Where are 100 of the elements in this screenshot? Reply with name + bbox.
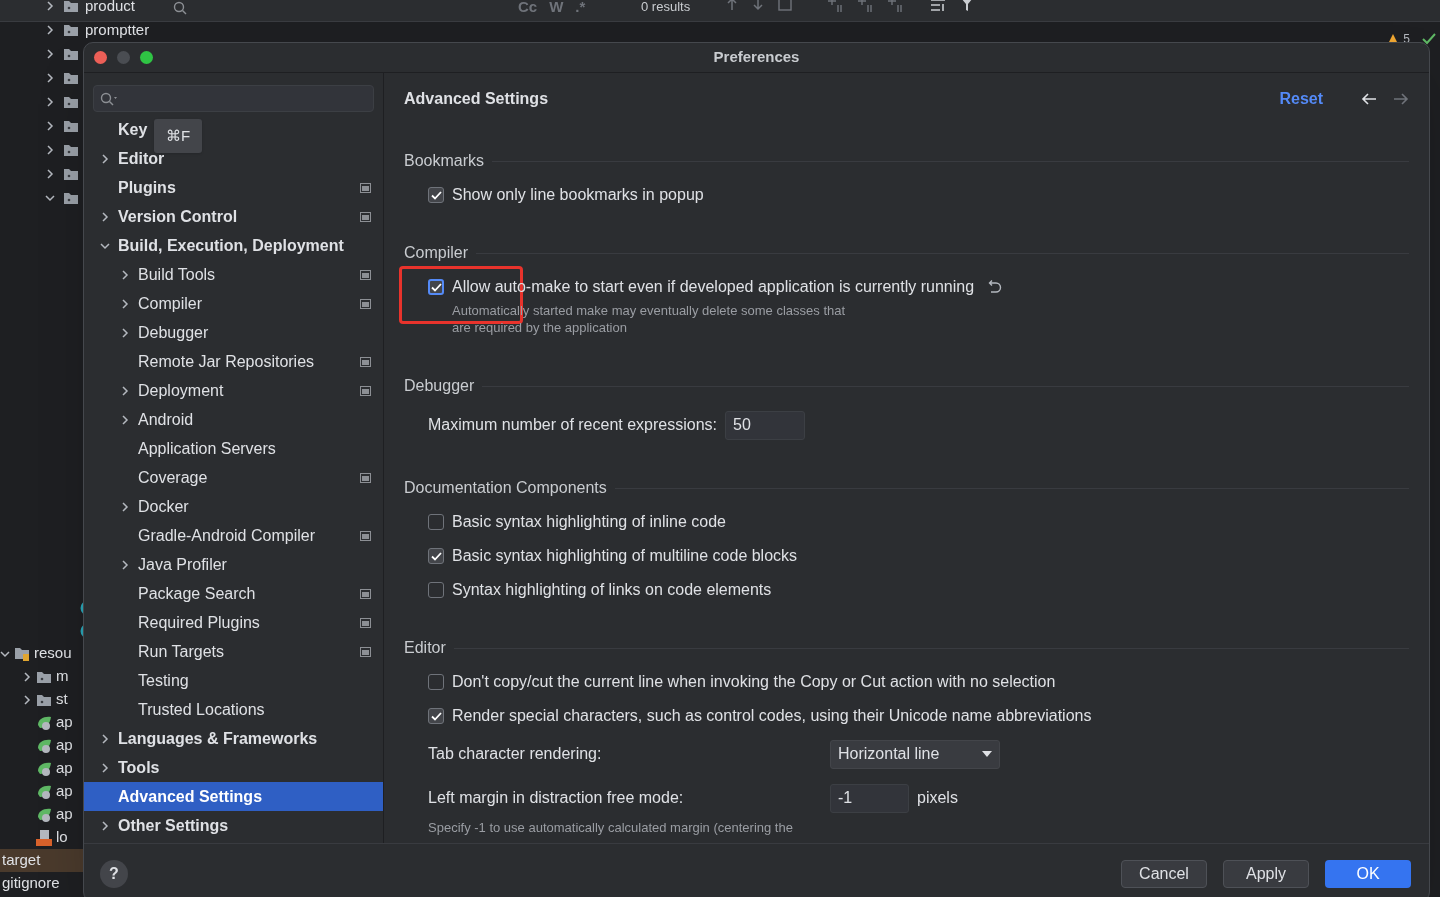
chevron-right-icon[interactable]	[100, 153, 110, 164]
checkbox[interactable]	[428, 582, 444, 598]
reset-link[interactable]: Reset	[1279, 87, 1323, 111]
sidebar-item[interactable]: Android	[138, 407, 194, 432]
sidebar-item[interactable]: Package Search	[138, 581, 256, 606]
search-field[interactable]	[93, 85, 374, 112]
sidebar-item[interactable]: Build, Execution, Deployment	[118, 233, 344, 258]
sidebar-item[interactable]: Coverage	[138, 465, 208, 490]
chevron-right-icon[interactable]	[120, 559, 130, 570]
sidebar-item[interactable]: Advanced Settings	[84, 782, 383, 811]
checkbox[interactable]	[428, 674, 444, 690]
chevron-right-icon[interactable]	[120, 269, 130, 280]
sidebar-item[interactable]: Java Profiler	[138, 552, 227, 577]
dropdown[interactable]: Horizontal line	[830, 739, 1000, 769]
chevron-right-icon[interactable]	[22, 694, 32, 705]
chevron-right-icon[interactable]	[45, 97, 55, 107]
checkbox[interactable]	[428, 548, 444, 564]
chevron-right-icon[interactable]	[45, 25, 55, 35]
chevron-down-icon[interactable]	[0, 648, 10, 659]
chevron-right-icon[interactable]	[120, 501, 130, 512]
checkbox-label[interactable]: Basic syntax highlighting of inline code	[452, 510, 726, 534]
tree-item-label[interactable]: promptter	[85, 18, 150, 42]
sidebar-item[interactable]: Tools	[118, 755, 160, 780]
arrow-down-icon[interactable]	[752, 0, 764, 11]
tree-item-label[interactable]: lo	[56, 826, 68, 849]
number-field[interactable]: 50	[725, 410, 805, 440]
revert-icon[interactable]	[986, 280, 1003, 294]
field-label: Maximum number of recent expressions:	[428, 415, 717, 435]
help-button[interactable]: ?	[100, 859, 128, 888]
chevron-right-icon[interactable]	[100, 820, 110, 831]
folder-icon	[36, 692, 52, 707]
tree-item-label[interactable]: ap	[56, 757, 73, 780]
chevron-right-icon[interactable]	[100, 762, 110, 773]
back-arrow-icon[interactable]	[1361, 92, 1377, 106]
tree-row-highlight[interactable]: target	[0, 849, 83, 872]
checkbox-label[interactable]: Syntax highlighting of links on code elements	[452, 578, 772, 602]
sidebar-item[interactable]: Docker	[138, 494, 189, 519]
chevron-right-icon[interactable]	[22, 671, 32, 682]
chevron-right-icon[interactable]	[45, 145, 55, 155]
checkbox[interactable]	[428, 708, 444, 724]
checkbox-label[interactable]: Render special characters, such as control codes, using their Unicode name abbreviations	[452, 704, 1092, 728]
tree-item-label[interactable]: resou	[34, 642, 72, 665]
folder-icon	[63, 167, 79, 181]
sidebar-item[interactable]: Required Plugins	[138, 610, 260, 635]
sidebar-item[interactable]: Gradle-Android Compiler	[138, 523, 315, 548]
tree-item-label[interactable]: ap	[56, 711, 73, 734]
tree-item-label[interactable]: ap	[56, 734, 73, 757]
tree-item-label[interactable]: product	[85, 0, 136, 18]
chevron-right-icon[interactable]	[45, 49, 55, 59]
tree-item-label[interactable]: st	[56, 688, 68, 711]
zoom-button[interactable]	[140, 51, 153, 64]
checkbox[interactable]	[428, 187, 444, 203]
chevron-right-icon[interactable]	[100, 733, 110, 744]
sidebar-item[interactable]: Plugins	[118, 175, 176, 200]
sidebar-item[interactable]: Deployment	[138, 378, 224, 403]
dialog-button[interactable]: OK	[1325, 859, 1411, 888]
chevron-right-icon[interactable]	[120, 298, 130, 309]
chevron-down-icon[interactable]	[100, 240, 110, 251]
chevron-right-icon[interactable]	[100, 211, 110, 222]
sidebar-item[interactable]: Application Servers	[138, 436, 276, 461]
tree-item-label[interactable]: ap	[56, 803, 73, 826]
sidebar-item[interactable]: Key	[118, 117, 148, 142]
tree-item-label[interactable]: m	[56, 665, 69, 688]
checkbox-label[interactable]: Don't copy/cut the current line when invoking the Copy or Cut action with no selection	[452, 670, 1056, 694]
checkbox[interactable]	[428, 514, 444, 530]
chevron-right-icon[interactable]	[120, 385, 130, 396]
chevron-right-icon[interactable]	[45, 73, 55, 83]
sidebar-item[interactable]: Build Tools	[138, 262, 216, 287]
dialog-button[interactable]: Apply	[1223, 859, 1309, 888]
sidebar-item[interactable]: Trusted Locations	[138, 697, 265, 722]
format-icon[interactable]	[930, 0, 946, 12]
folder-icon	[63, 119, 79, 133]
tree-item-label[interactable]: gitignore	[2, 872, 60, 895]
help-text: Specify -1 to use automatically calculated margin (centering the	[428, 819, 793, 836]
sidebar-item[interactable]: Run Targets	[138, 639, 224, 664]
sidebar-item[interactable]: Other Settings	[118, 813, 229, 838]
checkbox[interactable]	[428, 279, 444, 295]
sidebar-item[interactable]: Languages & Frameworks	[118, 726, 318, 751]
filter-icon[interactable]	[960, 0, 974, 12]
sidebar-item[interactable]: Compiler	[138, 291, 202, 316]
close-button[interactable]	[94, 51, 107, 64]
number-field[interactable]: -1	[830, 783, 909, 813]
spring-leaf-icon	[36, 806, 52, 823]
chevron-right-icon[interactable]	[120, 414, 130, 425]
checkbox-label[interactable]: Show only line bookmarks in popup	[452, 183, 704, 207]
tree-item-label[interactable]: ap	[56, 780, 73, 803]
chevron-right-icon[interactable]	[45, 1, 55, 11]
chevron-right-icon[interactable]	[45, 121, 55, 131]
chevron-right-icon[interactable]	[120, 327, 130, 338]
field-label: Tab character rendering:	[428, 744, 603, 764]
arrow-up-icon[interactable]	[726, 0, 738, 11]
sidebar-item[interactable]: Debugger	[138, 320, 209, 345]
sidebar-item[interactable]: Version Control	[118, 204, 238, 229]
sidebar-item[interactable]: Remote Jar Repositories	[138, 349, 315, 374]
chevron-down-icon[interactable]	[45, 193, 55, 203]
chevron-right-icon[interactable]	[45, 169, 55, 179]
checkbox-label[interactable]: Basic syntax highlighting of multiline code blocks	[452, 544, 798, 568]
dialog-button[interactable]: Cancel	[1121, 859, 1207, 888]
sidebar-item[interactable]: Testing	[138, 668, 189, 693]
results-count: 0 results	[641, 0, 691, 16]
